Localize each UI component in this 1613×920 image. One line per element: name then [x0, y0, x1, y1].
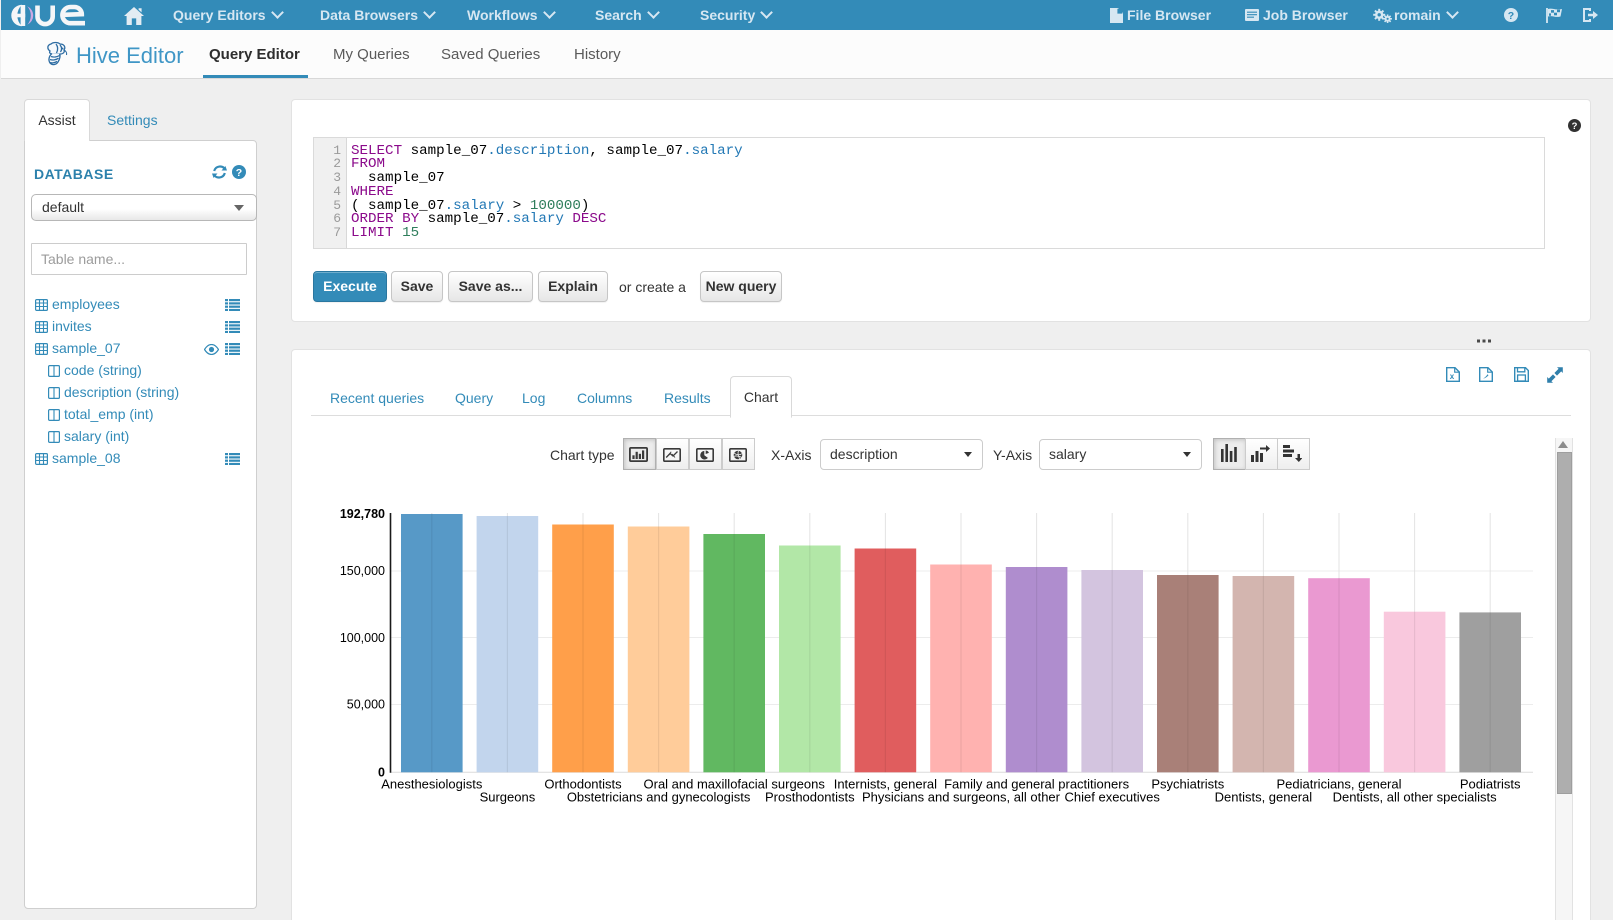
svg-text:Dentists, all other specialist: Dentists, all other specialists [1333, 790, 1498, 805]
svg-text:Podiatrists: Podiatrists [1460, 777, 1521, 792]
svg-text:Dentists, general: Dentists, general [1215, 790, 1313, 805]
svg-text:100,000: 100,000 [340, 631, 385, 645]
svg-text:150,000: 150,000 [340, 564, 385, 578]
svg-text:Physicians and surgeons, all o: Physicians and surgeons, all other [862, 790, 1061, 805]
svg-text:x: x [1450, 372, 1455, 381]
svg-text:Prosthodontists: Prosthodontists [765, 790, 855, 805]
svg-text:Chief executives: Chief executives [1065, 790, 1161, 805]
svg-text:Obstetricians and gynecologist: Obstetricians and gynecologists [567, 790, 751, 805]
svg-text:192,780: 192,780 [340, 507, 385, 521]
svg-text:?: ? [1508, 10, 1514, 22]
svg-text:Surgeons: Surgeons [480, 790, 536, 805]
svg-text:?: ? [236, 167, 242, 179]
svg-text:50,000: 50,000 [347, 698, 385, 712]
svg-text:Anesthesiologists: Anesthesiologists [381, 777, 483, 792]
svg-text:?: ? [1572, 121, 1578, 132]
